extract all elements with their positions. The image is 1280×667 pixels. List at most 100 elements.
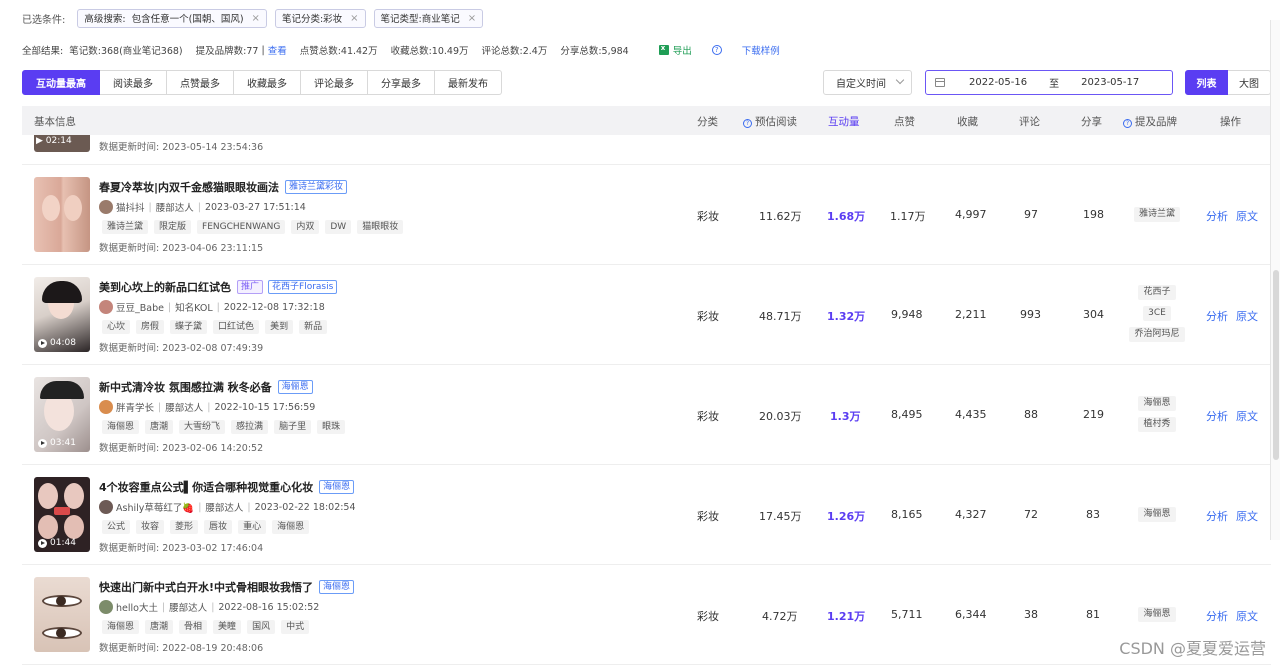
analyze-link[interactable]: 分析 (1206, 210, 1228, 223)
close-icon[interactable]: × (252, 13, 260, 24)
col-collects[interactable]: 收藏 (957, 114, 978, 129)
table-row: 04:08 美到心坎上的新品口红试色 推广 花西子Florasis 豆豆_Bab… (22, 265, 1271, 365)
keyword-list: 心坎 房假 蝶子黛 口红试色 美到 新品 (102, 320, 333, 334)
note-title[interactable]: 快速出门新中式白开水!中式骨相眼妆我悟了 海俪恩 (99, 579, 355, 595)
category-cell: 彩妆 (697, 210, 719, 223)
scrollbar[interactable] (1270, 20, 1280, 540)
brand-item[interactable]: 乔治阿玛尼 (1129, 327, 1185, 342)
likes-total: 点赞总数:41.42万 (299, 46, 378, 57)
export-button[interactable]: 导出 (673, 43, 692, 57)
thumbnail[interactable] (34, 577, 90, 652)
tab-most-shares[interactable]: 分享最多 (368, 70, 435, 95)
brand-item[interactable]: 植村秀 (1138, 417, 1176, 432)
brand-item[interactable]: 雅诗兰黛 (1133, 207, 1180, 222)
grid-view-button[interactable]: 大图 (1228, 70, 1271, 95)
video-duration: 04:08 (38, 338, 76, 348)
original-link[interactable]: 原文 (1236, 210, 1258, 223)
thumbnail[interactable]: 01:44 (34, 477, 90, 552)
start-date[interactable]: 2022-05-16 (969, 77, 1027, 88)
updated-time: 数据更新时间: 2023-03-02 17:46:04 (99, 543, 264, 554)
close-icon[interactable]: × (350, 13, 358, 24)
view-brands-link[interactable]: 查看 (268, 43, 287, 57)
keyword: 菱形 (170, 520, 199, 534)
avatar[interactable] (99, 300, 113, 314)
close-icon[interactable]: × (468, 13, 476, 24)
author-level: 知名KOL (175, 303, 213, 314)
note-title[interactable]: 新中式清冷妆 氛围感拉满 秋冬必备 海俪恩 (99, 379, 313, 395)
original-link[interactable]: 原文 (1236, 510, 1258, 523)
thumbnail[interactable]: 04:08 (34, 277, 90, 352)
tab-most-collects[interactable]: 收藏最多 (234, 70, 301, 95)
filter-chip-advanced-search[interactable]: 高级搜索: 包含任意一个(国朝、国风) × (77, 8, 267, 28)
tab-most-reads[interactable]: 阅读最多 (100, 70, 167, 95)
brand-item[interactable]: 海俪恩 (1138, 396, 1176, 411)
author-name[interactable]: 豆豆_Babe (116, 300, 164, 314)
play-icon (38, 538, 47, 548)
col-likes[interactable]: 点赞 (894, 114, 915, 129)
author-name[interactable]: Ashily草莓红了🍓 (116, 500, 194, 514)
row-ops: 分析 原文 (1206, 608, 1266, 624)
author-info: 猫抖抖 | 腰部达人 | 2023-03-27 17:51:14 (99, 200, 306, 214)
download-sample-link[interactable]: 下载样例 (742, 43, 780, 57)
author-name[interactable]: 猫抖抖 (116, 200, 145, 214)
thumbnail[interactable]: 03:41 (34, 377, 90, 452)
filter-chip-category[interactable]: 笔记分类: 彩妆 × (274, 8, 366, 28)
col-interactions[interactable]: 互动量 (828, 114, 860, 129)
thumbnail[interactable] (34, 177, 90, 252)
publish-time: 2023-03-27 17:51:14 (204, 201, 306, 213)
time-range-select[interactable]: 自定义时间 (823, 70, 912, 95)
author-name[interactable]: hello大土 (116, 600, 158, 614)
analyze-link[interactable]: 分析 (1206, 310, 1228, 323)
scrollbar-thumb[interactable] (1273, 270, 1279, 460)
date-range-picker[interactable]: 2022-05-16 至 2023-05-17 (925, 70, 1173, 95)
original-link[interactable]: 原文 (1236, 310, 1258, 323)
analyze-link[interactable]: 分析 (1206, 510, 1228, 523)
brand-item[interactable]: 3CE (1143, 306, 1171, 321)
tab-most-comments[interactable]: 评论最多 (301, 70, 368, 95)
original-link[interactable]: 原文 (1236, 410, 1258, 423)
help-icon[interactable]: ? (743, 119, 752, 128)
brand-item[interactable]: 花西子 (1138, 285, 1176, 300)
original-link[interactable]: 原文 (1236, 610, 1258, 623)
brand-tag: 花西子Florasis (268, 280, 338, 294)
author-name[interactable]: 胖青学长 (116, 400, 154, 414)
keyword-list: 海俪恩 唐潮 大雪纷飞 感拉满 脑子里 眼珠 (102, 420, 351, 434)
analyze-link[interactable]: 分析 (1206, 410, 1228, 423)
col-category[interactable]: 分类 (697, 114, 718, 129)
comments-cell: 38 (1024, 608, 1038, 621)
end-date[interactable]: 2023-05-17 (1081, 77, 1139, 88)
tab-most-likes[interactable]: 点赞最多 (167, 70, 234, 95)
col-shares[interactable]: 分享 (1081, 114, 1102, 129)
brand-item[interactable]: 海俪恩 (1138, 507, 1176, 522)
note-title[interactable]: 美到心坎上的新品口红试色 推广 花西子Florasis (99, 279, 338, 295)
comments-cell: 88 (1024, 408, 1038, 421)
note-title-text[interactable]: 美到心坎上的新品口红试色 (99, 279, 231, 295)
note-title[interactable]: 春夏冷萃妆|内双千金感猫眼眼妆画法 雅诗兰黛彩妆 (99, 179, 348, 195)
sort-tabs: 互动量最高 阅读最多 点赞最多 收藏最多 评论最多 分享最多 最新发布 (22, 70, 502, 95)
brand-item[interactable]: 海俪恩 (1138, 607, 1176, 622)
avatar[interactable] (99, 200, 113, 214)
keyword: 猫眼眼妆 (357, 220, 404, 234)
tab-latest[interactable]: 最新发布 (435, 70, 502, 95)
filter-chip-type[interactable]: 笔记类型: 商业笔记 × (373, 8, 484, 28)
keyword: 美瞳 (213, 620, 242, 634)
col-reads[interactable]: ? 预估阅读 (743, 114, 797, 129)
analyze-link[interactable]: 分析 (1206, 610, 1228, 623)
note-title-text[interactable]: 新中式清冷妆 氛围感拉满 秋冬必备 (99, 379, 272, 395)
tab-most-interactions[interactable]: 互动量最高 (22, 70, 100, 95)
note-title[interactable]: 4个妆容重点公式▌你适合哪种视觉重心化妆 海俪恩 (99, 479, 355, 495)
col-brands[interactable]: ? 提及品牌 (1123, 114, 1177, 129)
note-title-text[interactable]: 快速出门新中式白开水!中式骨相眼妆我悟了 (99, 579, 313, 595)
time-select-label: 自定义时间 (836, 79, 886, 90)
avatar[interactable] (99, 400, 113, 414)
col-comments[interactable]: 评论 (1019, 114, 1040, 129)
comments-total: 评论总数:2.4万 (481, 46, 548, 57)
avatar[interactable] (99, 600, 113, 614)
help-icon[interactable]: ? (711, 45, 722, 55)
help-icon[interactable]: ? (1123, 119, 1132, 128)
note-title-text[interactable]: 4个妆容重点公式▌你适合哪种视觉重心化妆 (99, 479, 313, 495)
note-title-text[interactable]: 春夏冷萃妆|内双千金感猫眼眼妆画法 (99, 179, 279, 195)
list-view-button[interactable]: 列表 (1185, 70, 1228, 95)
keyword: 公式 (102, 520, 131, 534)
avatar[interactable] (99, 500, 113, 514)
